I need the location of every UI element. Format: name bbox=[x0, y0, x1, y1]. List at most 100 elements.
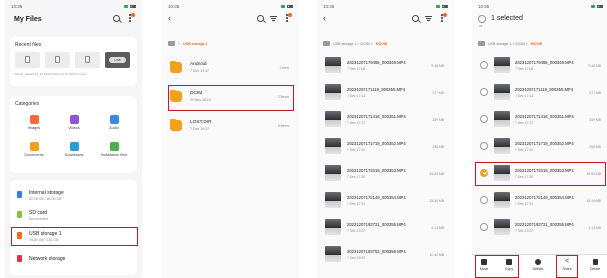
page-title: My Files bbox=[14, 16, 42, 23]
folder-name: Android bbox=[190, 62, 207, 67]
video-row[interactable]: 20231207171119_000350.MP4 7 Dec 17:14 27… bbox=[476, 82, 605, 104]
video-name: 20231207171719_000352.MP4 bbox=[515, 141, 574, 146]
row-checkbox[interactable] bbox=[480, 142, 488, 150]
row-checkbox[interactable] bbox=[480, 196, 488, 204]
breadcrumb-current[interactable]: USB storage 1 bbox=[183, 42, 208, 46]
breadcrumb: USB storage 1 > DCIM > MOVIE bbox=[478, 39, 603, 48]
row-checkbox[interactable] bbox=[480, 115, 488, 123]
video-thumbnail bbox=[325, 192, 341, 208]
search-icon[interactable] bbox=[257, 14, 264, 22]
video-row[interactable]: 20231207172019_000353.MP4 7 Dec 17:20 49… bbox=[323, 163, 448, 185]
highlight-box bbox=[556, 255, 578, 278]
storage-internal[interactable]: Internal storage 82.28 GB / 64.00 GB bbox=[15, 188, 132, 205]
recent-file-thumb[interactable] bbox=[15, 52, 40, 68]
row-checkbox[interactable] bbox=[480, 88, 488, 96]
breadcrumb-path[interactable]: USB storage 1 > DCIM > bbox=[333, 42, 373, 46]
breadcrumb-path[interactable]: USB storage 1 > DCIM > bbox=[488, 42, 528, 46]
category-videos[interactable]: Videos bbox=[55, 115, 93, 130]
video-size: 49.63 MB bbox=[429, 172, 444, 176]
video-date: 7 Dec 19:37 bbox=[347, 256, 366, 260]
sd-card-icon bbox=[17, 211, 22, 218]
details-button[interactable]: Details bbox=[529, 259, 547, 271]
more-options-icon[interactable] bbox=[283, 13, 292, 22]
video-size: 258 MB bbox=[589, 145, 601, 149]
category-installation-files[interactable]: Installation files bbox=[95, 142, 133, 157]
video-row[interactable]: 20231207171119_000350.MP4 7 Dec 17:14 27… bbox=[323, 82, 448, 104]
video-name: 20231207170458_000349.MP4 bbox=[515, 60, 574, 65]
folder-row[interactable]: LOST.DIR 7 Dec 19:37 0 items bbox=[168, 115, 293, 141]
video-date: 7 Dec 17:05 bbox=[347, 67, 366, 71]
video-thumbnail bbox=[494, 111, 510, 127]
video-row[interactable]: 20231207171418_000351.MP4 7 Dec 17:17 25… bbox=[323, 109, 448, 131]
back-icon[interactable]: ‹ bbox=[323, 14, 326, 23]
more-options-icon[interactable] bbox=[126, 13, 135, 22]
document-icon bbox=[85, 56, 90, 63]
home-icon[interactable] bbox=[478, 41, 485, 46]
row-checkbox[interactable] bbox=[480, 61, 488, 69]
details-label: Details bbox=[532, 267, 544, 271]
video-row[interactable]: 20231207170458_000349.MP4 7 Dec 17:05 9.… bbox=[323, 55, 448, 77]
video-size: 259 MB bbox=[432, 118, 444, 122]
video-row[interactable]: 20231207171719_000352.MP4 7 Dec 17:20 25… bbox=[323, 136, 448, 158]
selection-screen: 10:35 All 1 selected USB storage 1 > DCI… bbox=[472, 0, 607, 278]
category-documents[interactable]: Documents bbox=[15, 142, 53, 157]
recent-file-thumb[interactable]: USB bbox=[105, 52, 130, 68]
video-date: 7 Dec 17:17 bbox=[515, 121, 534, 125]
select-all-label: All bbox=[479, 24, 483, 28]
video-date: 7 Dec 19:37 bbox=[515, 229, 534, 233]
folder-row[interactable]: Android 7 Dec 19:37 1 item bbox=[168, 57, 293, 83]
home-icon[interactable] bbox=[323, 41, 330, 46]
category-images[interactable]: Images bbox=[15, 115, 53, 130]
video-row[interactable]: 20231207172140_000354.MP4 7 Dec 17:22 18… bbox=[323, 190, 448, 212]
battery-icon bbox=[442, 4, 448, 8]
recent-file-thumb[interactable] bbox=[75, 52, 100, 68]
recent-file-thumb[interactable] bbox=[45, 52, 70, 68]
recent-files-title: Recent files bbox=[15, 42, 42, 48]
video-date: 7 Dec 17:05 bbox=[515, 67, 534, 71]
video-date: 7 Dec 17:20 bbox=[515, 148, 534, 152]
home-icon[interactable] bbox=[168, 41, 175, 46]
filter-icon[interactable] bbox=[270, 15, 277, 22]
recent-files-caption: Movie_data10 10_20 DATA DATA-ch TL748 W … bbox=[15, 72, 87, 76]
storage-usage: Not inserted bbox=[29, 217, 48, 221]
video-row[interactable]: 20231207193753_000356.MP4 7 Dec 19:37 10… bbox=[323, 244, 448, 266]
video-size: 259 MB bbox=[589, 118, 601, 122]
storage-sd-card[interactable]: SD card Not inserted bbox=[15, 208, 132, 225]
video-row[interactable]: 20231207193721_000355.MP4 7 Dec 19:37 4.… bbox=[476, 217, 605, 239]
video-row[interactable]: 20231207170458_000349.MP4 7 Dec 17:05 9.… bbox=[476, 55, 605, 77]
network-storage-icon bbox=[17, 255, 22, 262]
video-row[interactable]: 20231207193721_000355.MP4 7 Dec 19:37 4.… bbox=[323, 217, 448, 239]
delete-button[interactable]: Delete bbox=[586, 259, 604, 271]
select-all-checkbox[interactable] bbox=[478, 15, 486, 23]
storage-name: Internal storage bbox=[29, 190, 64, 196]
video-thumbnail bbox=[325, 246, 341, 262]
categories-title: Categories bbox=[15, 101, 40, 107]
more-options-icon[interactable] bbox=[438, 13, 447, 22]
video-thumbnail bbox=[325, 111, 341, 127]
videos-icon bbox=[69, 115, 79, 124]
notification-icon bbox=[281, 4, 285, 8]
video-row[interactable]: 20231207171719_000352.MP4 7 Dec 17:20 25… bbox=[476, 136, 605, 158]
video-name: 20231207193721_000355.MP4 bbox=[347, 222, 406, 227]
video-thumbnail bbox=[325, 138, 341, 154]
highlight-box bbox=[11, 227, 138, 246]
video-name: 20231207193721_000355.MP4 bbox=[515, 222, 574, 227]
storage-network[interactable]: Network storage bbox=[15, 252, 132, 269]
back-icon[interactable]: ‹ bbox=[168, 14, 171, 23]
notification-icon bbox=[124, 4, 128, 8]
search-icon[interactable] bbox=[412, 14, 419, 22]
video-name: 20231207171418_000351.MP4 bbox=[347, 114, 406, 119]
video-size: 277 MB bbox=[589, 91, 601, 95]
category-audio[interactable]: Audio bbox=[95, 115, 133, 130]
video-date: 7 Dec 17:20 bbox=[347, 148, 366, 152]
document-icon bbox=[25, 56, 30, 63]
video-row[interactable]: 20231207172140_000354.MP4 7 Dec 17:22 18… bbox=[476, 190, 605, 212]
highlight-box bbox=[475, 255, 519, 278]
video-row[interactable]: 20231207171418_000351.MP4 7 Dec 17:17 25… bbox=[476, 109, 605, 131]
breadcrumb-current[interactable]: MOVIE bbox=[376, 42, 388, 46]
category-downloads[interactable]: Downloads bbox=[55, 142, 93, 157]
search-icon[interactable] bbox=[113, 14, 120, 22]
row-checkbox[interactable] bbox=[480, 223, 488, 231]
breadcrumb-current[interactable]: MOVIE bbox=[531, 42, 543, 46]
filter-icon[interactable] bbox=[425, 15, 432, 22]
